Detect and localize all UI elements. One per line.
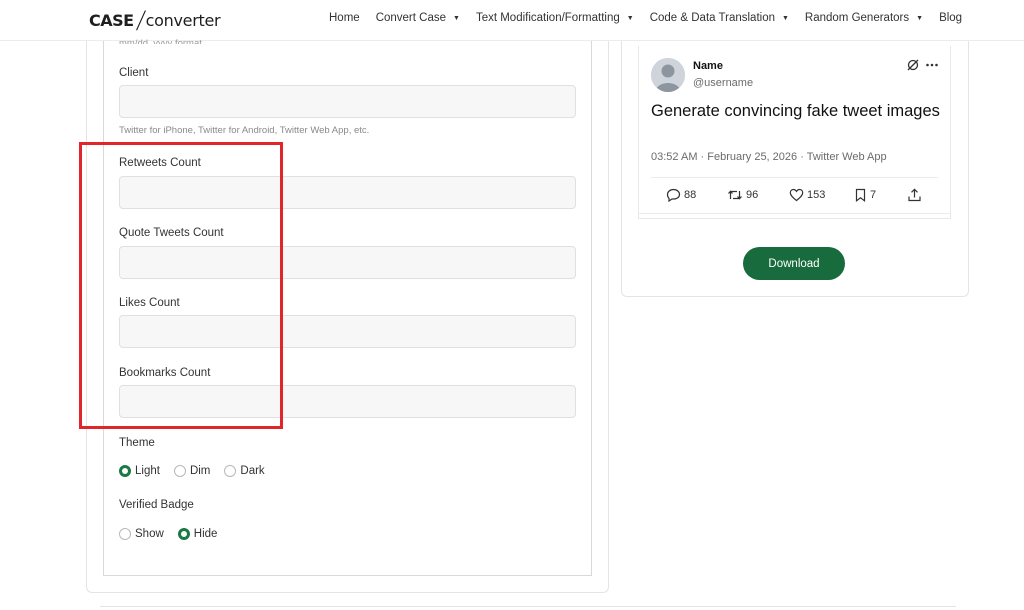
site-logo[interactable]: CASE / converter — [89, 6, 221, 34]
share-stat[interactable] — [907, 188, 925, 202]
radio-empty-icon — [173, 465, 186, 477]
nav-random-generators[interactable]: Random Generators ▼ — [805, 12, 923, 24]
verified-badge-label: Verified Badge — [119, 499, 194, 511]
download-button[interactable]: Download — [743, 247, 845, 280]
nav-text-modification-label: Text Modification/Formatting — [475, 12, 620, 24]
verified-radio-group: Show Hide — [119, 528, 231, 540]
bookmark-icon — [855, 188, 866, 202]
reply-stat[interactable]: 88 — [666, 188, 696, 202]
nav-home[interactable]: Home — [329, 12, 360, 24]
main-nav: Home Convert Case ▼ Text Modification/For… — [329, 12, 962, 24]
verified-show-label: Show — [135, 528, 164, 540]
verified-show-radio[interactable]: Show — [119, 528, 164, 540]
tweet-menu — [906, 58, 939, 72]
grok-icon[interactable] — [906, 58, 920, 72]
tweet-meta-divider — [651, 177, 938, 178]
theme-light-radio[interactable]: Light — [119, 465, 160, 477]
radio-empty-icon — [119, 528, 131, 540]
more-icon[interactable] — [925, 58, 939, 72]
retweet-stat[interactable]: 96 — [727, 188, 758, 202]
radio-empty-icon — [224, 465, 237, 477]
theme-dim-radio[interactable]: Dim — [173, 465, 211, 477]
nav-blog[interactable]: Blog — [939, 12, 962, 24]
logo-case: CASE — [89, 10, 134, 30]
logo-converter: converter — [145, 10, 221, 30]
date-hint: mm/dd, yyyy format — [119, 38, 202, 44]
like-stat[interactable]: 153 — [789, 188, 825, 202]
radio-selected-icon — [119, 465, 131, 477]
bookmark-stat[interactable]: 7 — [854, 188, 876, 202]
share-icon — [908, 188, 921, 202]
theme-dark-label: Dark — [240, 465, 265, 477]
highlight-box — [79, 142, 283, 429]
reply-count: 88 — [684, 189, 697, 201]
footer-divider — [100, 606, 956, 607]
caret-down-icon: ▼ — [916, 14, 924, 22]
nav-convert-case[interactable]: Convert Case ▼ — [376, 12, 460, 24]
heart-icon — [789, 188, 804, 202]
tweet-meta: 03:52 AM · February 25, 2026 · Twitter W… — [651, 151, 887, 163]
client-input[interactable] — [119, 85, 576, 118]
nav-home-label: Home — [329, 12, 360, 24]
tweet-username: @username — [693, 77, 754, 89]
theme-dark-radio[interactable]: Dark — [224, 465, 265, 477]
tweet-divider — [638, 213, 951, 214]
caret-down-icon: ▼ — [453, 14, 460, 22]
client-label: Client — [119, 67, 149, 79]
tweet-text: Generate convincing fake tweet images — [651, 102, 940, 120]
reply-icon — [666, 188, 681, 202]
theme-light-label: Light — [135, 465, 160, 477]
like-count: 153 — [807, 189, 826, 201]
nav-text-modification[interactable]: Text Modification/Formatting ▼ — [476, 12, 634, 24]
nav-code-data-label: Code & Data Translation — [649, 12, 775, 24]
bookmark-count: 7 — [870, 189, 877, 201]
client-help: Twitter for iPhone, Twitter for Android,… — [119, 125, 370, 136]
nav-blog-label: Blog — [939, 12, 963, 24]
theme-radio-group: Light Dim Dark — [119, 465, 279, 477]
verified-hide-radio[interactable]: Hide — [177, 528, 218, 540]
radio-selected-icon — [177, 528, 190, 540]
theme-dim-label: Dim — [189, 465, 211, 477]
logo-slash: / — [134, 6, 147, 34]
nav-random-generators-label: Random Generators — [804, 12, 910, 24]
caret-down-icon: ▼ — [626, 14, 634, 22]
nav-code-data[interactable]: Code & Data Translation ▼ — [650, 12, 789, 24]
theme-label: Theme — [119, 437, 155, 449]
verified-hide-label: Hide — [193, 528, 218, 540]
avatar-icon — [651, 58, 685, 92]
retweet-count: 96 — [746, 189, 759, 201]
tweet-name: Name — [693, 60, 723, 72]
caret-down-icon: ▼ — [781, 14, 789, 22]
retweet-icon — [728, 190, 742, 200]
avatar — [651, 58, 685, 92]
nav-convert-case-label: Convert Case — [375, 12, 446, 24]
